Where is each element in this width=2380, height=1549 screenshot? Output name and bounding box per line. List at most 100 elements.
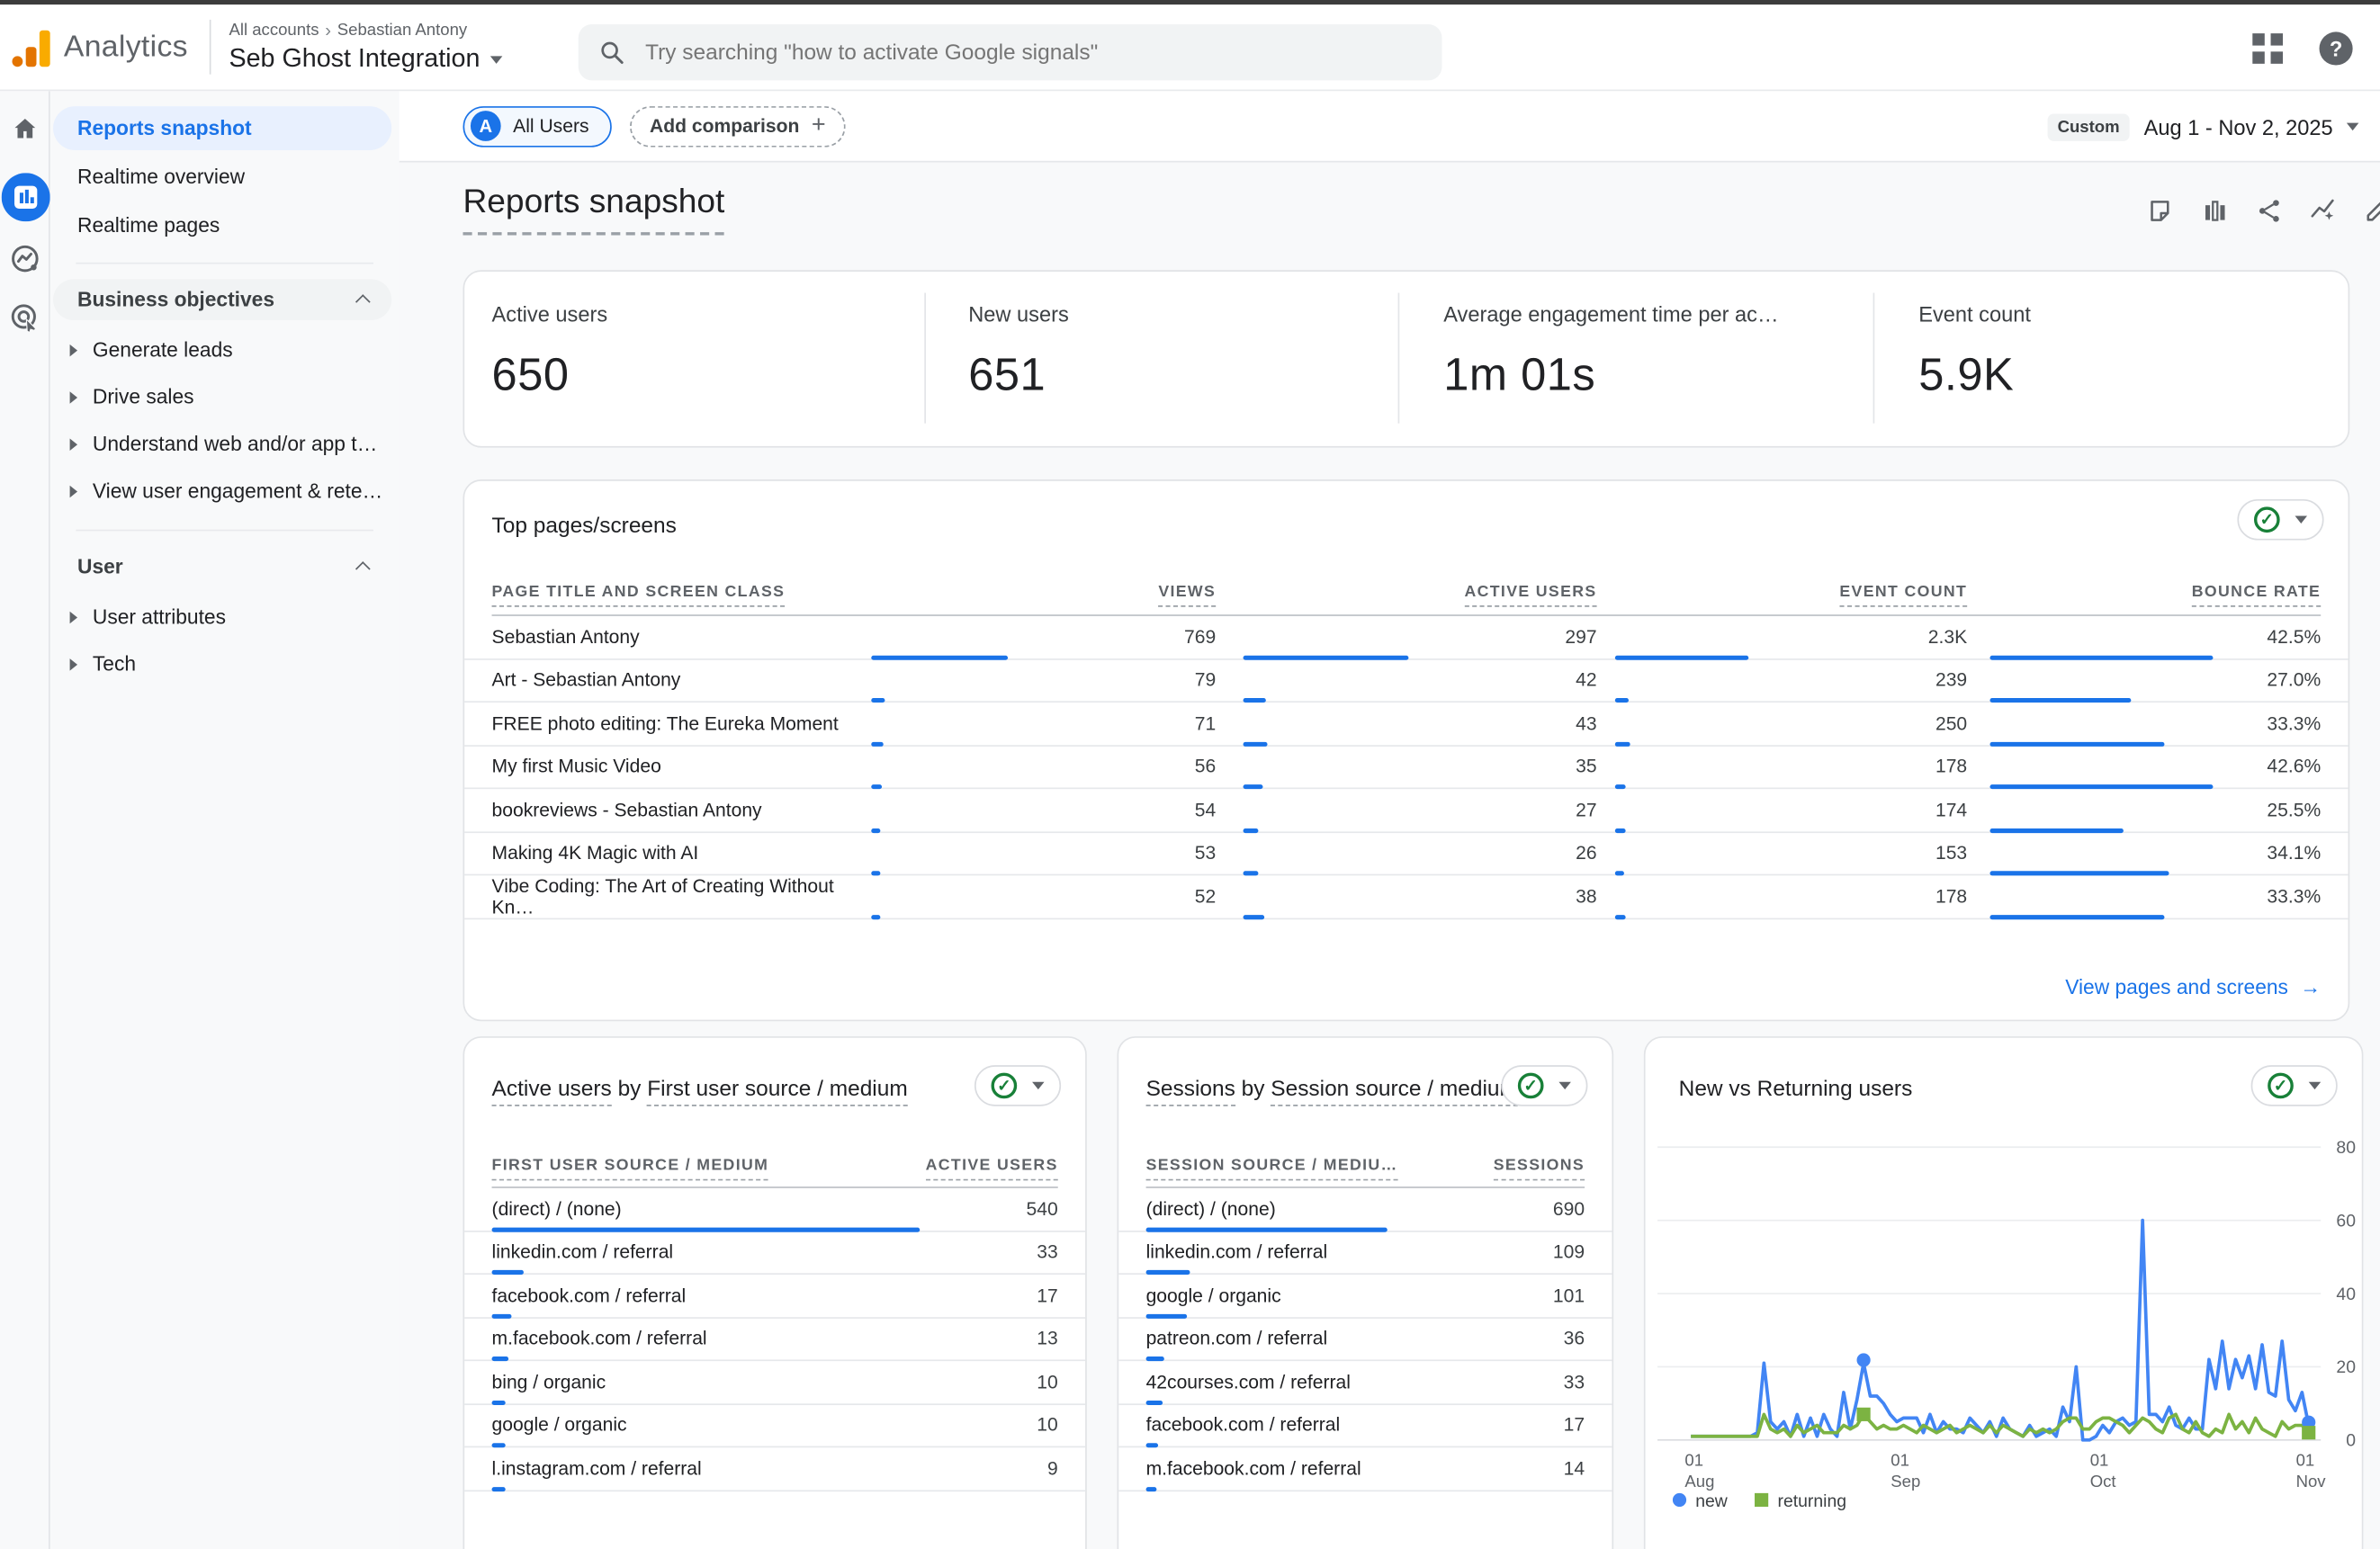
chevron-down-icon bbox=[490, 56, 502, 63]
column-header[interactable]: ACTIVE USERS bbox=[1216, 583, 1596, 601]
column-header[interactable]: FIRST USER SOURCE / MEDIUM bbox=[492, 1156, 907, 1174]
column-header[interactable]: EVENT COUNT bbox=[1597, 583, 1968, 601]
table-row: (direct) / (none)540 bbox=[464, 1188, 1085, 1231]
expand-arrow-icon[interactable] bbox=[70, 438, 77, 450]
value-bar bbox=[871, 915, 880, 919]
metric-avg-engagement-time: Average engagement time per ac… 1m 01s bbox=[1443, 302, 1778, 402]
search-bar[interactable] bbox=[579, 24, 1442, 80]
view-pages-and-screens-link[interactable]: View pages and screens → bbox=[2065, 976, 2321, 998]
views-cell: 53 bbox=[871, 832, 1216, 873]
account-switcher[interactable]: All accounts › Sebastian Antony Seb Ghos… bbox=[229, 21, 502, 74]
nav-item-drive-sales[interactable]: Drive sales bbox=[51, 373, 398, 420]
views-cell: 56 bbox=[871, 746, 1216, 787]
explore-icon[interactable] bbox=[0, 243, 50, 274]
metric-picker-button[interactable]: ✓ bbox=[974, 1065, 1061, 1106]
legend-item-returning[interactable]: returning bbox=[1755, 1493, 1846, 1511]
app-header: Analytics All accounts › Sebastian Anton… bbox=[0, 4, 2380, 91]
nav-item-realtime-pages[interactable]: Realtime pages bbox=[53, 203, 391, 247]
nav-item-reports-snapshot[interactable]: Reports snapshot bbox=[53, 106, 391, 150]
column-header[interactable]: ACTIVE USERS bbox=[906, 1156, 1058, 1174]
svg-text:0: 0 bbox=[2346, 1431, 2356, 1451]
nav-divider bbox=[76, 530, 373, 532]
check-circle-icon: ✓ bbox=[1518, 1073, 1544, 1099]
legend-item-new[interactable]: new bbox=[1673, 1493, 1728, 1511]
property-name[interactable]: Seb Ghost Integration bbox=[229, 45, 480, 74]
chevron-down-icon bbox=[2347, 123, 2358, 130]
expand-arrow-icon[interactable] bbox=[70, 344, 77, 355]
table-row: Vibe Coding: The Art of Creating Without… bbox=[464, 875, 2348, 918]
source-cell: facebook.com / referral bbox=[1146, 1404, 1433, 1446]
google-apps-icon[interactable] bbox=[2252, 32, 2283, 63]
metric-picker-button[interactable]: ✓ bbox=[1501, 1065, 1587, 1106]
source-cell: m.facebook.com / referral bbox=[1146, 1447, 1433, 1489]
analytics-logo-icon[interactable] bbox=[12, 27, 49, 67]
card-title: Sessions by Session source / medium bbox=[1146, 1078, 1518, 1102]
legend-dot-icon bbox=[1673, 1493, 1686, 1507]
value-cell: 10 bbox=[906, 1371, 1058, 1392]
metric-active-users: Active users 650 bbox=[492, 302, 608, 402]
share-icon[interactable] bbox=[2254, 196, 2283, 225]
first-user-source-card: Active users by First user source / medi… bbox=[463, 1036, 1086, 1549]
search-input[interactable] bbox=[642, 39, 1421, 66]
nav-item-generate-leads[interactable]: Generate leads bbox=[51, 327, 398, 373]
expand-arrow-icon[interactable] bbox=[70, 485, 77, 497]
new-vs-returning-chart[interactable]: 02040608001Aug01Sep01Oct01Nov bbox=[1646, 1129, 2366, 1493]
chevron-down-icon bbox=[1558, 1082, 1570, 1089]
key-metrics-card: Active users 650 New users 651 Average e… bbox=[463, 270, 2349, 447]
value-cell: 33 bbox=[906, 1241, 1058, 1263]
card-title: Active users by First user source / medi… bbox=[492, 1078, 908, 1102]
value-cell: 17 bbox=[1432, 1415, 1585, 1437]
column-header[interactable]: VIEWS bbox=[871, 583, 1216, 601]
notes-icon[interactable] bbox=[2145, 196, 2174, 225]
column-header[interactable]: SESSION SOURCE / MEDIU… bbox=[1146, 1156, 1433, 1174]
table-row: google / organic10 bbox=[464, 1404, 1085, 1447]
nav-item-view-engagement[interactable]: View user engagement & rete… bbox=[51, 468, 398, 515]
breadcrumb-root[interactable]: All accounts bbox=[229, 22, 319, 40]
source-cell: 42courses.com / referral bbox=[1146, 1361, 1433, 1402]
table-row: m.facebook.com / referral13 bbox=[464, 1318, 1085, 1361]
table-row: Art - Sebastian Antony794223927.0% bbox=[464, 659, 2348, 703]
expand-arrow-icon[interactable] bbox=[70, 611, 77, 622]
column-header[interactable]: SESSIONS bbox=[1432, 1156, 1585, 1174]
home-icon[interactable] bbox=[0, 115, 50, 142]
event-cell: 178 bbox=[1597, 875, 1968, 918]
nav-item-understand-traffic[interactable]: Understand web and/or app t… bbox=[51, 420, 398, 467]
active-cell: 27 bbox=[1216, 789, 1596, 830]
event-cell: 2.3K bbox=[1597, 616, 1968, 658]
comparison-icon[interactable] bbox=[2199, 196, 2228, 225]
nav-item-realtime-overview[interactable]: Realtime overview bbox=[53, 155, 391, 199]
expand-arrow-icon[interactable] bbox=[70, 658, 77, 669]
date-range-type-badge: Custom bbox=[2047, 113, 2131, 140]
table-header-row: SESSION SOURCE / MEDIU… SESSIONS bbox=[1118, 1147, 1612, 1183]
source-cell: linkedin.com / referral bbox=[1146, 1231, 1433, 1273]
nav-item-user-attributes[interactable]: User attributes bbox=[51, 594, 398, 640]
breadcrumb-parent[interactable]: Sebastian Antony bbox=[337, 22, 467, 40]
help-icon[interactable]: ? bbox=[2320, 31, 2353, 65]
product-name: Analytics bbox=[64, 30, 188, 65]
column-header[interactable]: PAGE TITLE AND SCREEN CLASS bbox=[492, 583, 872, 601]
metric-picker-button[interactable]: ✓ bbox=[2251, 1065, 2338, 1106]
table-row: My first Music Video563517842.6% bbox=[464, 746, 2348, 789]
expand-arrow-icon[interactable] bbox=[70, 390, 77, 402]
add-comparison-button[interactable]: Add comparison + bbox=[630, 105, 845, 147]
card-title: New vs Returning users bbox=[1679, 1078, 1913, 1102]
bounce-cell: 33.3% bbox=[1967, 703, 2321, 744]
column-header[interactable]: BOUNCE RATE bbox=[1967, 583, 2321, 601]
edit-icon[interactable] bbox=[2363, 196, 2380, 225]
nav-item-tech[interactable]: Tech bbox=[51, 640, 398, 687]
svg-text:20: 20 bbox=[2336, 1357, 2356, 1377]
table-row: google / organic101 bbox=[1118, 1275, 1612, 1318]
reports-icon[interactable] bbox=[0, 173, 50, 221]
metric-picker-button[interactable]: ✓ bbox=[2237, 499, 2323, 541]
nav-section-business-objectives[interactable]: Business objectives bbox=[53, 279, 391, 320]
segment-chip-all-users[interactable]: A All Users bbox=[463, 105, 611, 147]
event-cell: 174 bbox=[1597, 789, 1968, 830]
date-range-picker[interactable]: Custom Aug 1 - Nov 2, 2025 bbox=[2047, 91, 2359, 162]
nav-section-user[interactable]: User bbox=[53, 546, 391, 587]
chevron-down-icon bbox=[2295, 516, 2307, 524]
source-cell: (direct) / (none) bbox=[1146, 1188, 1433, 1230]
insights-icon[interactable] bbox=[2309, 196, 2338, 225]
svg-text:01: 01 bbox=[1684, 1451, 1703, 1470]
advertising-icon[interactable] bbox=[0, 302, 50, 334]
window-top-strip bbox=[0, 0, 2380, 4]
